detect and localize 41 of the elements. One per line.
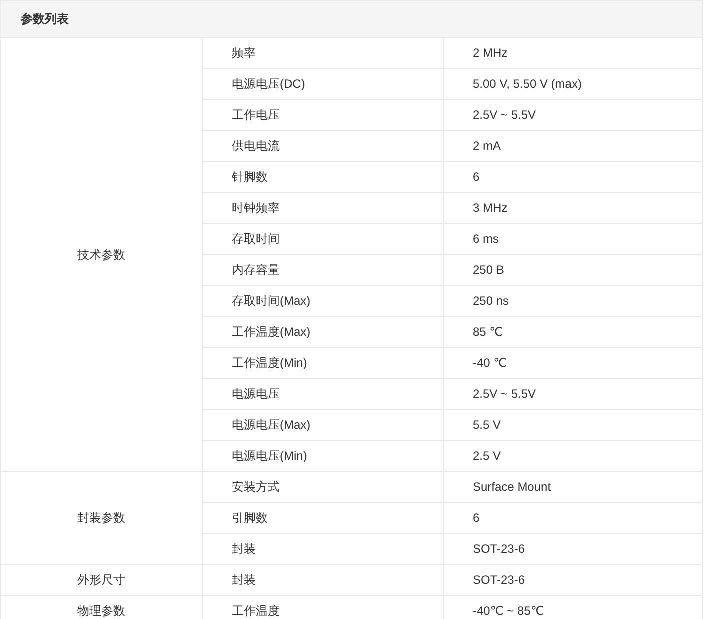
param-value-cell: SOT-23-6 — [444, 534, 702, 564]
param-name-cell: 时钟频率 — [202, 192, 444, 224]
param-value-cell: 2 mA — [444, 130, 702, 162]
param-name-cell: 引脚数 — [202, 502, 444, 534]
param-name-cell: 存取时间 — [202, 224, 444, 254]
param-name-cell: 工作温度(Min) — [202, 348, 444, 378]
param-name-cell: 电源电压(Max) — [202, 410, 444, 440]
param-value-cell: 2.5V ~ 5.5V — [444, 378, 702, 410]
param-value-cell: 6 ms — [444, 224, 702, 254]
param-name-cell: 安装方式 — [202, 472, 444, 502]
param-value-cell: 5.5 V — [444, 410, 702, 440]
group-cell: 封装参数 — [0, 472, 202, 564]
param-name-cell: 供电电流 — [202, 130, 444, 162]
param-name-cell: 电源电压 — [202, 378, 444, 410]
param-name-cell: 工作电压 — [202, 100, 444, 130]
param-value-cell: 85 ℃ — [444, 316, 702, 348]
param-name-cell: 电源电压(DC) — [202, 68, 444, 100]
param-name-cell: 存取时间(Max) — [202, 286, 444, 316]
param-name-cell: 封装 — [202, 564, 444, 596]
param-value-cell: 3 MHz — [444, 192, 702, 224]
param-value-cell: 5.00 V, 5.50 V (max) — [444, 68, 702, 100]
table-title: 参数列表 — [0, 0, 702, 38]
param-name-cell: 封装 — [202, 534, 444, 564]
param-name-cell: 内存容量 — [202, 254, 444, 286]
param-name-cell: 工作温度(Max) — [202, 316, 444, 348]
param-name-cell: 电源电压(Min) — [202, 440, 444, 472]
param-value-cell: 2.5 V — [444, 440, 702, 472]
param-value-cell: 250 B — [444, 254, 702, 286]
param-value-cell: -40 ℃ — [444, 348, 702, 378]
param-value-cell: 6 — [444, 162, 702, 192]
group-cell: 物理参数 — [0, 596, 202, 619]
param-value-cell: 6 — [444, 502, 702, 534]
param-name-cell: 针脚数 — [202, 162, 444, 192]
group-cell: 外形尺寸 — [0, 564, 202, 596]
group-cell: 技术参数 — [0, 38, 202, 472]
param-value-cell: SOT-23-6 — [444, 564, 702, 596]
param-value-cell: 2.5V ~ 5.5V — [444, 100, 702, 130]
param-value-cell: Surface Mount — [444, 472, 702, 502]
param-value-cell: 2 MHz — [444, 38, 702, 68]
param-value-cell: 250 ns — [444, 286, 702, 316]
param-name-cell: 频率 — [202, 38, 444, 68]
